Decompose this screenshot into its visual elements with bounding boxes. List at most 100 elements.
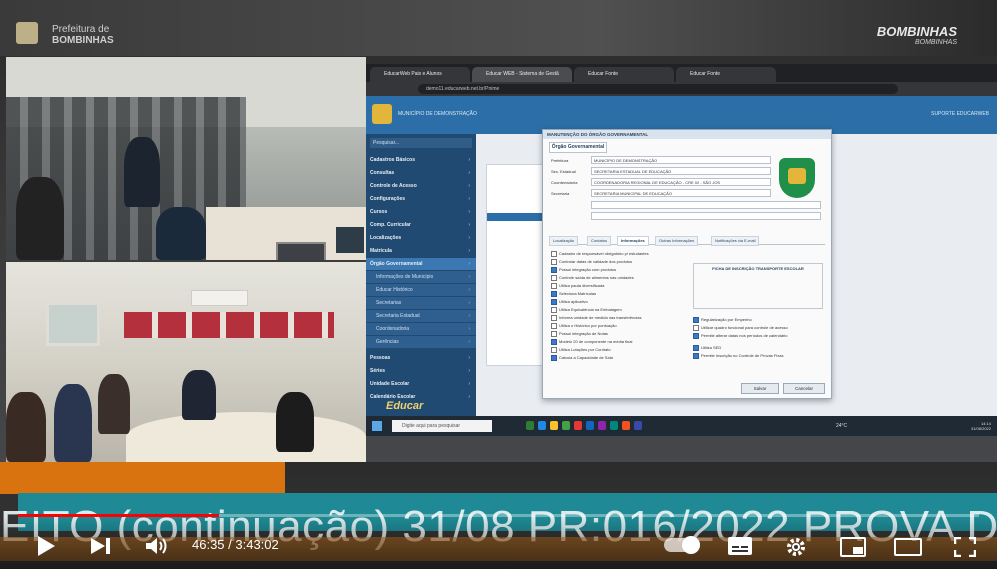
app-icon[interactable] — [574, 421, 582, 430]
lower-third-accent — [0, 462, 285, 494]
checkbox[interactable]: Utiliza aplicativo — [551, 298, 588, 305]
text-field[interactable] — [591, 212, 821, 220]
checkbox[interactable]: Utiliza Equivalência na Embalagem — [551, 306, 622, 313]
brasao-shield-icon — [779, 158, 815, 198]
text-field[interactable] — [591, 201, 821, 209]
browser-tab[interactable]: Educar WEB - Sistema de Gestã — [472, 67, 572, 82]
weather-temp: 24°C — [836, 423, 848, 429]
checkbox[interactable]: Controle saída de alimentos nas unidades — [551, 274, 634, 281]
sidebar-item[interactable]: Configurações — [366, 193, 476, 205]
checkbox[interactable]: Seleciona Matrículas — [551, 290, 596, 297]
settings-gear-icon[interactable] — [785, 536, 807, 558]
secretaria-select[interactable]: SECRETARIA MUNICIPAL DE EDUCAÇÃO — [591, 189, 771, 197]
sidebar-subitem[interactable]: Coordenadoria — [366, 323, 476, 335]
app-icon[interactable] — [598, 421, 606, 430]
broadcast-header: Prefeitura de BOMBINHAS BOMBINHAS BOMBIN… — [0, 0, 997, 56]
app-icon[interactable] — [610, 421, 618, 430]
bombinhas-logo-sub: BOMBINHAS — [914, 39, 957, 46]
checkbox[interactable]: Utiliza Lotações por Contrato — [551, 346, 611, 353]
cancel-button[interactable]: Cancelar — [783, 383, 825, 394]
sidebar-subitem[interactable]: Gerências — [366, 336, 476, 348]
app-logo-icon — [372, 104, 392, 124]
subtab[interactable]: Outras Informações — [655, 236, 699, 246]
checkbox[interactable]: Possui integração com produtos — [551, 266, 616, 273]
next-icon[interactable] — [90, 537, 112, 555]
sidebar-item[interactable]: Comp. Curricular — [366, 219, 476, 231]
checkbox[interactable]: Permite Inscrição no Controle de Provas … — [693, 352, 783, 359]
browser-tab[interactable]: Educar Fonte — [574, 67, 674, 82]
play-icon[interactable] — [36, 535, 56, 557]
app-icon[interactable] — [586, 421, 594, 430]
bombinhas-logo-text: BOMBINHAS — [876, 24, 957, 39]
checkbox[interactable]: Possui integração de Notas — [551, 330, 608, 337]
subtab-informacoes[interactable]: Informações — [617, 236, 649, 246]
sidebar-subitem[interactable]: Secretaria Estadual — [366, 310, 476, 322]
checkbox[interactable]: Utilizar quadro funcional para controle … — [693, 324, 788, 331]
checkbox[interactable]: Controlar datas de validade dos produtos — [551, 258, 632, 265]
checkbox[interactable]: Cadastro de responsável obrigatório p/ e… — [551, 250, 649, 257]
miniplayer-icon[interactable] — [840, 537, 866, 557]
autoplay-toggle[interactable] — [664, 536, 700, 554]
shared-screen: EducarWeb Pais e Alunos Educar WEB - Sis… — [366, 64, 997, 436]
app-icon[interactable] — [634, 421, 642, 430]
app-icon[interactable] — [562, 421, 570, 430]
taskbar-search-input[interactable]: Digite aqui para pesquisar — [392, 420, 492, 432]
bombinhas-logo: BOMBINHAS BOMBINHAS — [877, 24, 957, 46]
camera-feed-room — [6, 57, 366, 260]
browser-tab[interactable]: Educar Fonte — [676, 67, 776, 82]
sidebar-item[interactable]: Cursos — [366, 206, 476, 218]
sidebar-item[interactable]: Séries — [366, 365, 476, 377]
sidebar-item[interactable]: Cadastros Básicos — [366, 154, 476, 166]
windows-start-icon[interactable] — [372, 421, 382, 431]
sidebar-subitem[interactable]: Educar Histórico — [366, 284, 476, 296]
window — [46, 302, 100, 346]
app-icon[interactable] — [538, 421, 546, 430]
checkbox[interactable]: Utiliza pauta diversificada — [551, 282, 604, 289]
address-bar[interactable]: demo11.educarweb.net.br/Pnime — [418, 84, 898, 94]
app-icon[interactable] — [526, 421, 534, 430]
meeting-table — [126, 412, 366, 462]
subtab[interactable]: Contatos — [587, 236, 612, 246]
box-title: FICHA DE INSCRIÇÃO TRANSPORTE ESCOLAR — [712, 266, 804, 271]
sidebar-item[interactable]: Controle de Acesso — [366, 180, 476, 192]
subtab[interactable]: Notificações via E-mail — [711, 236, 760, 246]
subtab[interactable]: Localização — [549, 236, 579, 246]
checkbox[interactable]: Modelo 20 de componente na média final — [551, 338, 632, 345]
checkbox[interactable]: Utiliza o Histórico por pontuação — [551, 322, 617, 329]
sidebar-item-orgao[interactable]: Órgão Governamental — [366, 258, 476, 270]
checkbox[interactable]: Informa unidade de medida nas transferên… — [551, 314, 642, 321]
dialog-title: MANUTENÇÃO DO ÓRGÃO GOVERNAMENTAL — [543, 130, 831, 139]
time-display: 46:35 / 3:43:02 — [192, 537, 279, 552]
captions-icon[interactable] — [727, 536, 753, 556]
sidebar-item[interactable]: Localizações — [366, 232, 476, 244]
browser-tab[interactable]: EducarWeb Pais e Alunos — [370, 67, 470, 82]
checkbox[interactable]: Regularização por Empenho — [693, 316, 752, 323]
sidebar-item[interactable]: Consultas — [366, 167, 476, 179]
field-label: Sec. Estadual — [551, 169, 576, 174]
sidebar-item[interactable]: Pessoas — [366, 352, 476, 364]
tab-orgao-governamental[interactable]: Órgão Governamental — [549, 142, 607, 153]
app-icon[interactable] — [550, 421, 558, 430]
sidebar-item[interactable]: Matrícula — [366, 245, 476, 257]
checkbox[interactable]: Utiliza SED — [693, 344, 721, 351]
sec-estadual-select[interactable]: SECRETARIA ESTADUAL DE EDUCAÇÃO — [591, 167, 771, 175]
progress-bar[interactable] — [18, 514, 979, 517]
field-label: Coordenadoria — [551, 180, 578, 185]
prefeitura-select[interactable]: MUNICÍPIO DE DEMONSTRAÇÃO — [591, 156, 771, 164]
person — [124, 137, 160, 207]
sidebar-item[interactable]: Unidade Escolar — [366, 378, 476, 390]
sidebar-search-input[interactable]: Pesquisar... — [370, 138, 472, 148]
save-button[interactable]: Salvar — [741, 383, 779, 394]
checkbox[interactable]: Permite alterar datas nos períodos de ca… — [693, 332, 788, 339]
sidebar-subitem[interactable]: Informações de Município — [366, 271, 476, 283]
coordenadoria-select[interactable]: COORDENADORIA REGIONAL DE EDUCAÇÃO - CRE… — [591, 178, 771, 186]
volume-icon[interactable] — [145, 536, 169, 556]
person — [182, 370, 216, 420]
video-frame[interactable]: Prefeitura de BOMBINHAS BOMBINHAS BOMBIN… — [0, 0, 997, 569]
app-icon[interactable] — [622, 421, 630, 430]
sidebar-subitem[interactable]: Secretarias — [366, 297, 476, 309]
user-menu[interactable]: SUPORTE EDUCARWEB — [931, 111, 989, 117]
fullscreen-icon[interactable] — [954, 537, 976, 557]
theater-mode-icon[interactable] — [894, 538, 922, 556]
checkbox[interactable]: Calcula a Capacidade de Sala — [551, 354, 613, 361]
